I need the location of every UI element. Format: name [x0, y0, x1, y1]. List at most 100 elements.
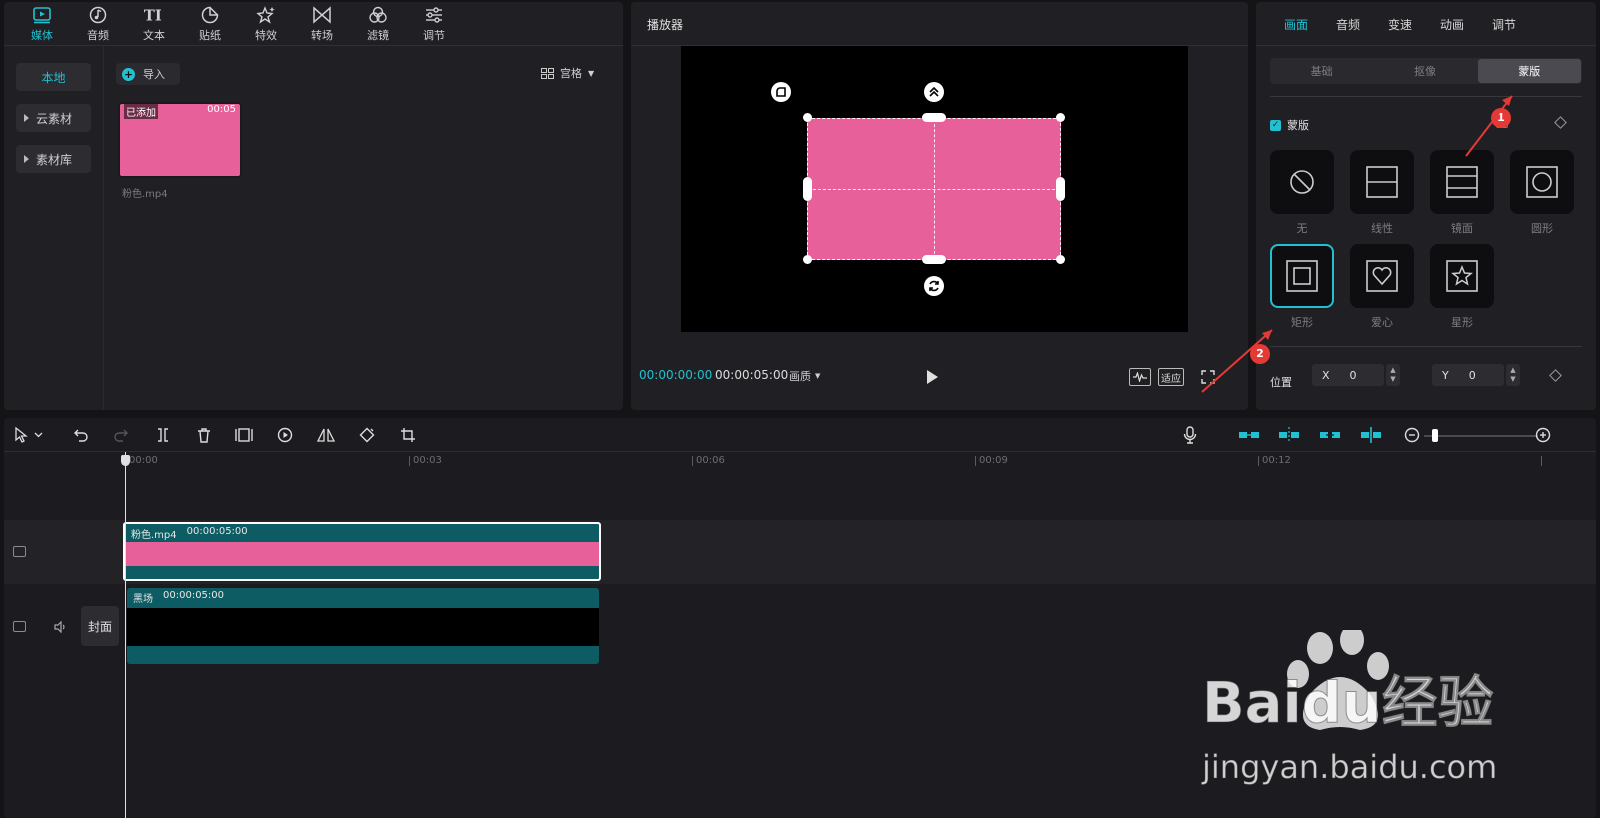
tab-effects[interactable]: 特效	[238, 2, 294, 46]
sidebar-item-cloud[interactable]: 云素材	[16, 104, 91, 132]
mask-checkbox[interactable]: ✓ 蒙版	[1270, 117, 1309, 133]
sidebar-item-local[interactable]: 本地	[16, 63, 91, 91]
split-icon[interactable]	[152, 425, 174, 445]
timeline-ruler[interactable]: 00:00 00:03 00:06 00:09 00:12	[4, 452, 1596, 474]
keyframe-icon[interactable]	[1549, 369, 1562, 382]
tab-transition[interactable]: 转场	[294, 2, 350, 46]
zoom-slider-track[interactable]	[1424, 435, 1538, 437]
clip-duration: 00:05	[207, 104, 236, 115]
position-y-input[interactable]: Y0	[1432, 364, 1504, 386]
mask-option-heart[interactable]	[1350, 244, 1414, 308]
round-corner-handle-icon[interactable]	[771, 82, 791, 102]
preview-canvas[interactable]	[681, 46, 1188, 332]
zoom-out-icon[interactable]	[1401, 425, 1423, 445]
sidebar-item-library[interactable]: 素材库	[16, 145, 91, 173]
tab-animation[interactable]: 动画	[1426, 2, 1478, 46]
subtab-cutout[interactable]: 抠像	[1373, 58, 1476, 84]
tab-picture[interactable]: 画面	[1270, 2, 1322, 46]
playhead[interactable]	[125, 452, 126, 818]
rotate-handle-icon[interactable]	[924, 276, 944, 296]
properties-panel: 画面 音频 变速 动画 调节 基础 抠像 蒙版 ✓ 蒙版 无 线性 镜面 圆形 …	[1250, 2, 1596, 410]
video-clip-pink[interactable]: 粉色.mp4 00:00:05:00	[123, 522, 601, 581]
play-button[interactable]	[927, 370, 938, 384]
media-icon	[31, 5, 53, 25]
tab-media[interactable]: 媒体	[14, 2, 70, 46]
fullscreen-icon[interactable]	[1200, 368, 1216, 386]
audio-mute-icon[interactable]	[54, 620, 68, 636]
tab-filter[interactable]: 滤镜	[350, 2, 406, 46]
microphone-icon[interactable]	[1179, 425, 1201, 445]
subtab-mask[interactable]: 蒙版	[1477, 59, 1581, 83]
mask-option-label: 星形	[1451, 316, 1473, 329]
quality-dropdown[interactable]: 画质 ▼	[789, 368, 820, 384]
zoom-in-icon[interactable]	[1532, 425, 1554, 445]
mask-option-linear[interactable]	[1350, 150, 1414, 214]
x-stepper[interactable]: ▲ ▼	[1386, 364, 1400, 386]
divider	[1270, 346, 1582, 347]
redo-icon[interactable]	[110, 425, 132, 445]
corner-handle-tr[interactable]	[1056, 113, 1065, 122]
media-sidebar: 本地 云素材 素材库	[4, 46, 104, 410]
ruler-label: 00:00	[129, 455, 158, 466]
undo-icon[interactable]	[70, 425, 92, 445]
mask-option-label: 无	[1296, 222, 1308, 235]
mask-rectangle[interactable]	[807, 118, 1061, 260]
waveform-icon[interactable]	[1129, 368, 1151, 386]
circle-mask-icon	[1526, 166, 1558, 198]
edge-handle-bottom[interactable]	[922, 255, 946, 264]
crop-icon[interactable]	[397, 425, 419, 445]
clip-duration: 00:00:05:00	[186, 526, 248, 537]
watermark-brand: Baidu经验	[1202, 671, 1494, 736]
ruler-tick	[1258, 456, 1259, 466]
corner-handle-br[interactable]	[1056, 255, 1065, 264]
delete-icon[interactable]	[193, 425, 215, 445]
feather-handle-icon[interactable]	[924, 82, 944, 102]
ruler-label: 00:12	[1262, 455, 1291, 466]
freeze-frame-icon[interactable]	[233, 425, 255, 445]
position-x-input[interactable]: X0	[1312, 364, 1384, 386]
keyframe-icon[interactable]	[1554, 116, 1567, 129]
position-label: 位置	[1270, 376, 1292, 389]
select-tool-dropdown[interactable]	[10, 425, 50, 445]
video-clip-black[interactable]: 黑场 00:00:05:00	[127, 588, 599, 664]
tab-adjust[interactable]: 调节	[1478, 2, 1530, 46]
linkage-icon[interactable]	[1317, 425, 1343, 445]
tab-adjust[interactable]: 调节	[406, 2, 462, 46]
tab-speed[interactable]: 变速	[1374, 2, 1426, 46]
fit-ratio-button[interactable]: 适应	[1158, 368, 1184, 386]
video-track-icon	[13, 546, 26, 557]
expand-arrow-icon	[24, 114, 29, 122]
y-stepper[interactable]: ▲ ▼	[1506, 364, 1520, 386]
mask-option-circle[interactable]	[1510, 150, 1574, 214]
corner-handle-tl[interactable]	[803, 113, 812, 122]
corner-handle-bl[interactable]	[803, 255, 812, 264]
tab-text[interactable]: TI 文本	[126, 2, 182, 46]
speed-icon[interactable]	[274, 425, 296, 445]
mask-option-mirror[interactable]	[1430, 150, 1494, 214]
none-mask-icon	[1290, 170, 1314, 194]
rotate-icon[interactable]	[356, 425, 378, 445]
edge-handle-right[interactable]	[1056, 177, 1065, 201]
mirror-icon[interactable]	[315, 425, 337, 445]
cover-button[interactable]: 封面	[81, 606, 119, 646]
player-title: 播放器	[647, 18, 684, 32]
main-track-magnet-icon[interactable]	[1236, 425, 1262, 445]
auto-snap-icon[interactable]	[1276, 425, 1302, 445]
zoom-slider-knob[interactable]	[1432, 429, 1438, 442]
preview-axis-icon[interactable]	[1358, 425, 1384, 445]
mask-option-star[interactable]	[1430, 244, 1494, 308]
edge-handle-top[interactable]	[922, 113, 946, 122]
tab-sticker[interactable]: 贴纸	[182, 2, 238, 46]
tab-audio[interactable]: 音频	[70, 2, 126, 46]
tab-audio[interactable]: 音频	[1322, 2, 1374, 46]
media-panel: 媒体 音频 TI 文本 贴纸 特效 转场 滤镜 调节 本地 云素材 素材库 + …	[4, 2, 623, 410]
mask-option-none[interactable]	[1270, 150, 1334, 214]
media-clip-thumbnail[interactable]: 已添加 00:05	[118, 102, 242, 178]
view-mode-dropdown[interactable]: 宫格 ▼	[541, 65, 594, 81]
import-button[interactable]: + 导入	[116, 63, 180, 85]
audio-icon	[87, 5, 109, 25]
mask-option-rectangle[interactable]	[1270, 244, 1334, 308]
edge-handle-left[interactable]	[803, 177, 812, 201]
mask-option-label: 镜面	[1451, 222, 1473, 235]
subtab-basic[interactable]: 基础	[1270, 58, 1373, 84]
